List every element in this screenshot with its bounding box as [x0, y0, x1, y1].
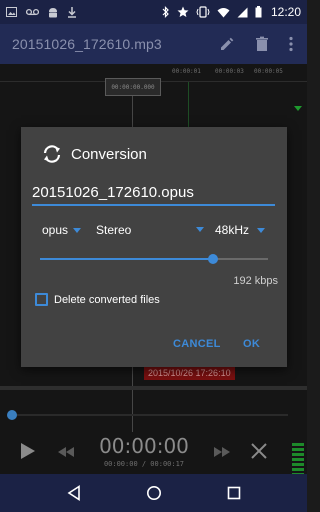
playback-clock: 00:00:00: [99, 434, 189, 458]
level-indicator-icon: [293, 104, 303, 118]
toolbar-title: 20151026_172610.mp3: [12, 36, 162, 52]
nav-bar: [0, 474, 307, 512]
sample-rate-caret-icon: [257, 227, 266, 233]
home-icon[interactable]: [146, 485, 162, 501]
conversion-dialog: Conversion opus Stereo 48kHz 192 kbps De…: [21, 127, 287, 367]
delete-converted-checkbox[interactable]: [35, 293, 48, 306]
edit-icon[interactable]: [219, 36, 235, 52]
sample-rate-select[interactable]: 48kHz: [215, 223, 266, 237]
app-toolbar: 20151026_172610.mp3: [0, 24, 307, 64]
status-time: 12:20: [270, 5, 301, 19]
signal-icon: [237, 7, 248, 17]
position-marker[interactable]: 00:00:00.000: [105, 78, 161, 96]
image-icon: [6, 7, 17, 17]
star-icon: [177, 6, 189, 17]
convert-icon: [43, 145, 61, 163]
channels-caret-icon[interactable]: [196, 227, 204, 232]
playback-duration: 00:00:00 / 00:00:17: [103, 460, 185, 468]
close-icon[interactable]: [251, 443, 267, 459]
ruler-tick: 00:00:01: [172, 68, 201, 75]
play-icon[interactable]: [20, 442, 36, 460]
bitrate-slider-fill: [40, 258, 214, 260]
vibrate-icon: [196, 6, 210, 18]
status-bar: 12:20: [0, 0, 307, 24]
more-vert-icon[interactable]: [289, 36, 293, 52]
format-select[interactable]: opus: [42, 223, 82, 237]
voicemail-icon: [26, 8, 39, 16]
delete-icon[interactable]: [255, 36, 269, 52]
filename-input[interactable]: [32, 183, 275, 206]
battery-icon: [255, 6, 262, 18]
dialog-header: Conversion: [41, 144, 147, 164]
dropdown-caret-icon: [73, 227, 82, 233]
dialog-title: Conversion: [71, 145, 147, 163]
ok-button[interactable]: OK: [243, 338, 260, 350]
overview-bar[interactable]: [0, 386, 307, 390]
seek-track[interactable]: [12, 414, 288, 416]
ruler-tick: 00:00:05: [254, 68, 283, 75]
download-icon: [68, 6, 76, 18]
wifi-icon: [217, 7, 230, 17]
playback-controls: 00:00:00 00:00:00 / 00:00:17: [0, 428, 307, 476]
fast-forward-icon[interactable]: [214, 447, 230, 457]
recents-icon[interactable]: [227, 486, 241, 500]
sample-rate-value: 48kHz: [215, 223, 250, 237]
vu-meter: [292, 438, 304, 476]
back-icon[interactable]: [67, 485, 81, 501]
cancel-button[interactable]: CANCEL: [173, 338, 221, 350]
delete-converted-option[interactable]: Delete converted files: [35, 293, 160, 306]
seek-thumb[interactable]: [7, 410, 17, 420]
format-value: opus: [42, 223, 69, 237]
channels-select[interactable]: Stereo: [96, 223, 131, 237]
bluetooth-icon: [162, 6, 169, 18]
android-icon: [49, 7, 57, 17]
bitrate-slider[interactable]: [40, 254, 268, 264]
channels-value: Stereo: [96, 223, 132, 237]
ruler-tick: 00:00:03: [215, 68, 244, 75]
recording-timestamp: 2015/10/26 17:26:10: [144, 366, 235, 380]
bitrate-slider-thumb[interactable]: [208, 254, 219, 264]
delete-converted-label: Delete converted files: [54, 293, 160, 306]
bitrate-label: 192 kbps: [233, 275, 278, 287]
rewind-icon[interactable]: [58, 447, 74, 457]
